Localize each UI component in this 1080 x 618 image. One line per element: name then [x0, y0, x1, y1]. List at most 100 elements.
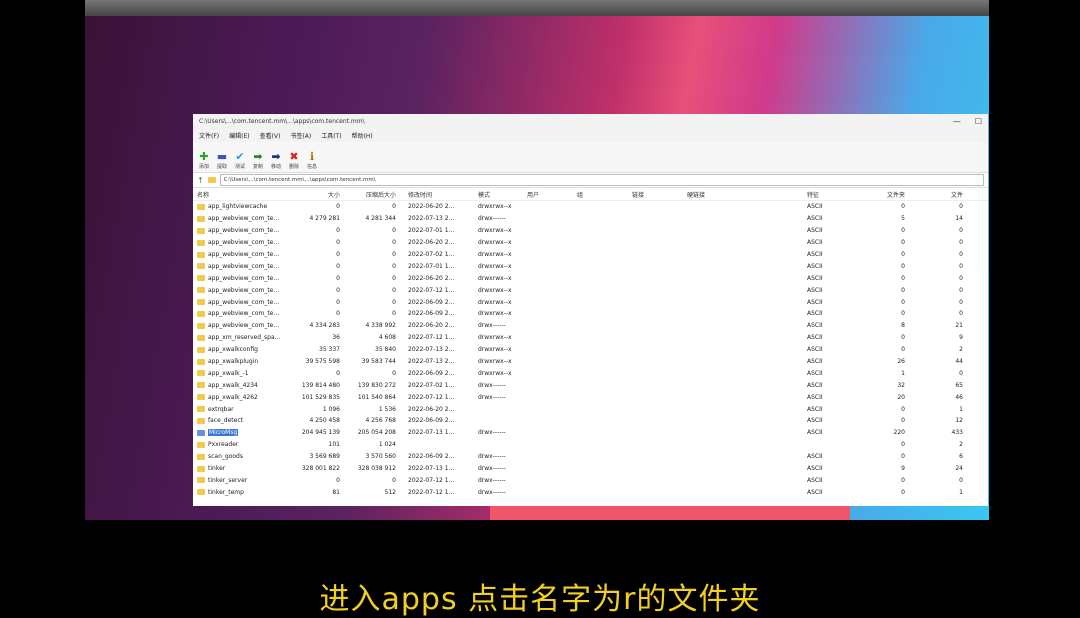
- menu-item[interactable]: 帮助(H): [352, 131, 373, 140]
- cell-size: 139 814 480: [301, 381, 340, 389]
- cell-attr: drwx------: [478, 453, 506, 461]
- table-row[interactable]: app_webview_com_te... 0 0 2022-06-09 2... dr…: [193, 308, 988, 320]
- cell-folders: 0: [901, 298, 905, 306]
- folder-icon: [197, 263, 205, 270]
- table-row[interactable]: app_webview_com_te... 0 0 2022-07-02 1... dr…: [193, 249, 988, 261]
- delete-button[interactable]: ✖ 删除: [287, 151, 301, 171]
- cell-attr: drwxrwx--x: [478, 262, 512, 270]
- cell-modified: 2022-07-12 1...: [408, 334, 455, 342]
- table-row[interactable]: extrqbar 1 096 1 536 2022-06-20 2... ASCII 0 1: [193, 403, 988, 415]
- copy-button[interactable]: ➡ 复制: [251, 151, 265, 171]
- table-row[interactable]: app_webview_com_te... 4 279 281 4 281 344 2…: [193, 213, 988, 225]
- cell-packed: 4 281 344: [365, 215, 396, 223]
- cell-packed: 4 608: [378, 334, 396, 342]
- menu-item[interactable]: 工具(T): [321, 131, 341, 140]
- cell-packed: 0: [392, 286, 396, 294]
- cell-name: app_webview_com_te...: [193, 322, 292, 329]
- table-row[interactable]: app_xwalk_4262 101 529 835 101 540 864 2022…: [193, 391, 988, 403]
- info-button[interactable]: ℹ 信息: [305, 151, 319, 171]
- table-row[interactable]: tinker 328 001 822 328 038 912 2022-07-13 1…: [193, 463, 988, 475]
- table-row[interactable]: app_xwalk_4234 139 814 480 139 830 272 2022…: [193, 379, 988, 391]
- col-files[interactable]: 文件: [905, 190, 963, 199]
- archive-window: C:\Users\...\com.tencent.mm\...\apps\com…: [193, 114, 988, 506]
- cell-name: app_xwalk_4262: [193, 394, 292, 401]
- col-folders[interactable]: 文件夹: [867, 190, 905, 199]
- menu-item[interactable]: 文件(F): [199, 131, 219, 140]
- file-name: app_webview_com_te...: [208, 251, 280, 258]
- address-input[interactable]: C:\Users\...\com.tencent.mm\...\apps\com…: [219, 174, 984, 186]
- extract-button[interactable]: ▬ 提取: [215, 150, 229, 171]
- cell-size: 4 334 283: [309, 322, 340, 330]
- col-size[interactable]: 大小: [292, 190, 340, 199]
- table-row[interactable]: app_webview_com_te... 0 0 2022-06-09 2... dr…: [193, 296, 988, 308]
- menu-item[interactable]: 编辑(E): [229, 131, 249, 140]
- table-row[interactable]: scan_goods 3 569 689 3 570 560 2022-06-09 2…: [193, 451, 988, 463]
- address-bar: ↑ C:\Users\...\com.tencent.mm\...\apps\c…: [193, 173, 988, 188]
- table-row[interactable]: MicroMsg 204 945 139 205 054 208 2022-07-13…: [193, 427, 988, 439]
- cell-size: 4 250 458: [309, 417, 340, 425]
- file-list: app_lightviewcache 0 0 2022-06-20 2... drwxr…: [193, 201, 988, 498]
- toolbar-label: 提取: [216, 164, 227, 170]
- table-row[interactable]: tinker_temp 81 512 2022-07-12 1... drwx-----…: [193, 486, 988, 498]
- folder-icon: [197, 477, 205, 484]
- up-folder-icon[interactable]: ↑: [197, 176, 204, 185]
- maximize-button[interactable]: ☐: [975, 117, 982, 126]
- table-row[interactable]: tinker_server 0 0 2022-07-12 1... drwx------…: [193, 474, 988, 486]
- cell-host: ASCII: [807, 203, 823, 211]
- toolbar-label: 添加: [198, 164, 209, 170]
- table-row[interactable]: app_webview_com_te... 0 0 2022-06-20 2... dr…: [193, 272, 988, 284]
- cell-size: 328 001 822: [301, 465, 340, 473]
- table-row[interactable]: Pxxreader 101 1 024 0 2: [193, 439, 988, 451]
- cell-folders: 0: [901, 203, 905, 211]
- minimize-button[interactable]: —: [953, 117, 961, 126]
- table-row[interactable]: app_webview_com_te... 0 0 2022-07-12 1... dr…: [193, 284, 988, 296]
- col-user[interactable]: 用户: [523, 190, 577, 199]
- cell-name: app_webview_com_te...: [193, 251, 292, 258]
- cell-modified: 2022-07-02 1...: [408, 381, 455, 389]
- cell-folders: 0: [901, 453, 905, 461]
- cell-modified: 2022-06-09 2...: [408, 369, 455, 377]
- table-row[interactable]: app_xwalkplugin 39 575 598 39 583 744 2022-…: [193, 356, 988, 368]
- col-packed[interactable]: 压缩后大小: [340, 190, 396, 199]
- menu-item[interactable]: 书签(A): [290, 131, 311, 140]
- move-button[interactable]: ➡ 移动: [269, 151, 283, 171]
- col-name[interactable]: 名称: [193, 190, 292, 199]
- col-hardlink[interactable]: 硬链接: [687, 190, 807, 199]
- cell-files: 0: [959, 251, 963, 258]
- cell-modified: 2022-06-09 2...: [408, 310, 455, 318]
- table-row[interactable]: app_xwalkconfig 35 337 35 840 2022-07-13 2.…: [193, 344, 988, 356]
- cell-attr: drwxrwx--x: [478, 251, 512, 258]
- table-row[interactable]: app_lightviewcache 0 0 2022-06-20 2... drwxr…: [193, 201, 988, 213]
- test-button[interactable]: ✔ 测试: [233, 151, 247, 171]
- cell-files: 0: [959, 476, 963, 484]
- cell-size: 0: [336, 274, 340, 282]
- table-row[interactable]: app_xm_reserved_spa... 36 4 608 2022-07-12 …: [193, 332, 988, 344]
- col-group[interactable]: 组: [577, 190, 632, 199]
- col-attr[interactable]: 模式: [468, 190, 523, 199]
- file-name: Pxxreader: [208, 441, 239, 449]
- table-row[interactable]: app_webview_com_te... 0 0 2022-06-20 2... dr…: [193, 237, 988, 249]
- col-modified[interactable]: 修改时间: [396, 190, 468, 199]
- table-row[interactable]: app_xwalk_-1 0 0 2022-06-09 2... drwxrwx--x A…: [193, 367, 988, 379]
- extract-icon: ▬: [216, 150, 228, 163]
- table-row[interactable]: face_detect 4 250 458 4 256 768 2022-06-09 …: [193, 415, 988, 427]
- add-button[interactable]: ✚ 添加: [197, 151, 211, 171]
- cell-modified: 2022-07-01 1...: [408, 262, 455, 270]
- cell-name: tinker: [193, 465, 292, 472]
- table-row[interactable]: app_webview_com_te... 4 334 283 4 338 992 2…: [193, 320, 988, 332]
- file-name: app_webview_com_te...: [208, 239, 280, 247]
- cell-host: ASCII: [807, 286, 823, 294]
- table-row[interactable]: app_webview_com_te... 0 0 2022-07-01 1... dr…: [193, 225, 988, 237]
- cell-name: app_webview_com_te...: [193, 287, 292, 294]
- menu-item[interactable]: 查看(V): [260, 131, 281, 140]
- toolbar-label: 信息: [306, 164, 317, 170]
- table-row[interactable]: app_webview_com_te... 0 0 2022-07-01 1... dr…: [193, 260, 988, 272]
- file-name: app_lightviewcache: [208, 203, 268, 211]
- col-link[interactable]: 链接: [632, 190, 687, 199]
- cell-size: 35 337: [319, 346, 340, 354]
- cell-name: tinker_server: [193, 477, 292, 484]
- cell-files: 21: [955, 322, 963, 330]
- col-host[interactable]: 特征: [807, 190, 867, 199]
- cell-files: 6: [959, 453, 963, 461]
- cell-packed: 0: [392, 203, 396, 211]
